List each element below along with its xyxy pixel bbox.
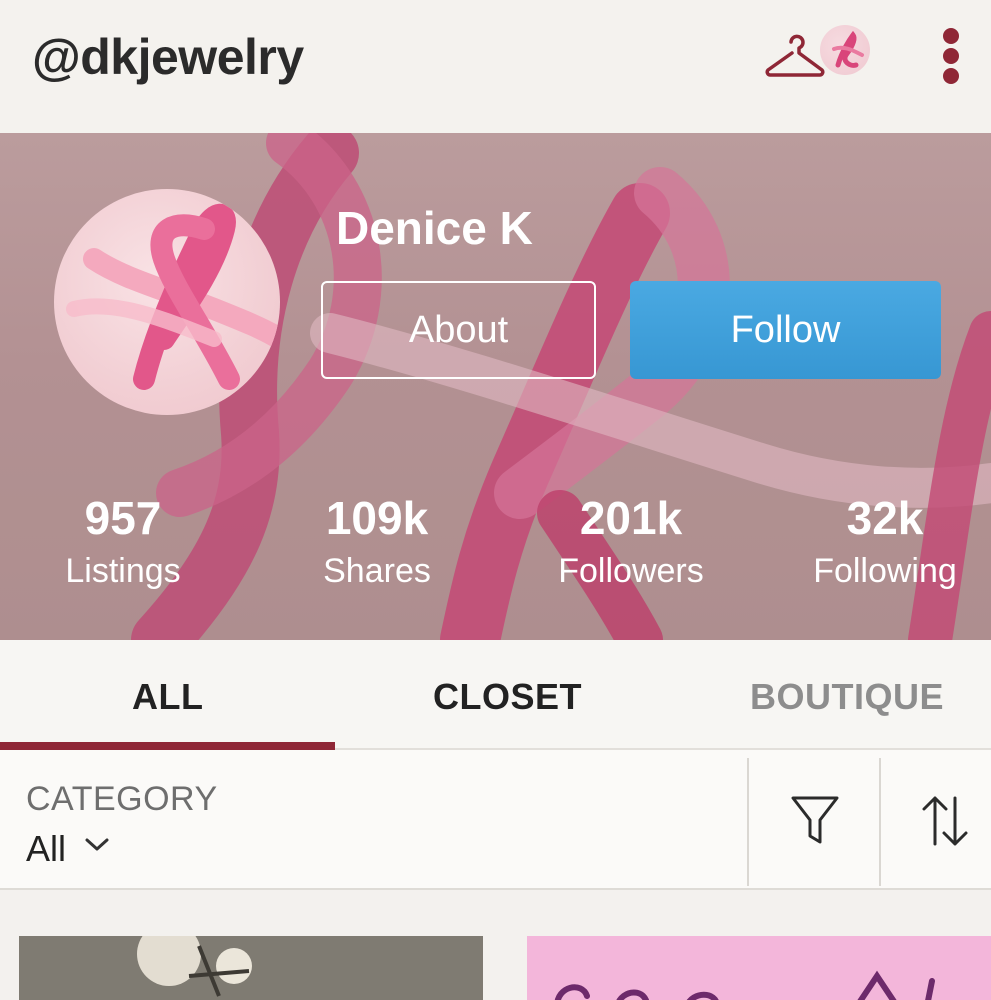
listing-card[interactable] [19,936,483,1000]
profile-header: Denice K About Follow 957 Listings 109k … [0,133,991,640]
tab-boutique[interactable]: BOUTIQUE [750,676,944,718]
stat-label: Listings [65,552,181,590]
hanger-icon [765,34,825,77]
stat-shares[interactable]: 109k Shares [277,493,477,595]
stat-followers[interactable]: 201k Followers [531,493,731,595]
stat-following[interactable]: 32k Following [785,493,985,595]
category-label: CATEGORY [26,780,218,818]
divider [879,758,881,886]
follow-button[interactable]: Follow [630,281,941,379]
closet-tabs: ALL CLOSET BOUTIQUE [0,640,991,750]
stat-listings[interactable]: 957 Listings [23,493,223,595]
my-closet-button[interactable] [764,22,872,86]
listing-photo [527,936,991,1000]
chevron-down-icon[interactable] [84,836,110,854]
stat-label: Shares [323,552,431,590]
top-bar: @dkjewelry [0,0,991,133]
stat-value: 32k [846,492,924,544]
listings-grid [0,890,991,1000]
tab-all[interactable]: ALL [132,676,203,718]
category-dropdown[interactable]: All [26,828,66,870]
active-tab-indicator [0,742,335,750]
user-avatar-small [820,25,870,75]
closet-handle: @dkjewelry [32,29,304,85]
filter-bar: CATEGORY All [0,750,991,890]
profile-avatar[interactable] [54,189,280,415]
listing-photo [19,936,483,1000]
stat-label: Following [813,552,957,590]
stat-value: 957 [84,492,162,544]
stat-value: 201k [579,492,683,544]
sort-icon[interactable] [920,794,970,848]
divider [747,758,749,886]
more-vertical-icon[interactable] [936,26,966,86]
stat-label: Followers [558,552,704,590]
tab-closet[interactable]: CLOSET [433,676,582,718]
listing-card[interactable] [527,936,991,1000]
about-button[interactable]: About [321,281,596,379]
stat-value: 109k [325,492,429,544]
profile-name: Denice K [336,202,533,254]
filter-icon[interactable] [790,794,840,846]
